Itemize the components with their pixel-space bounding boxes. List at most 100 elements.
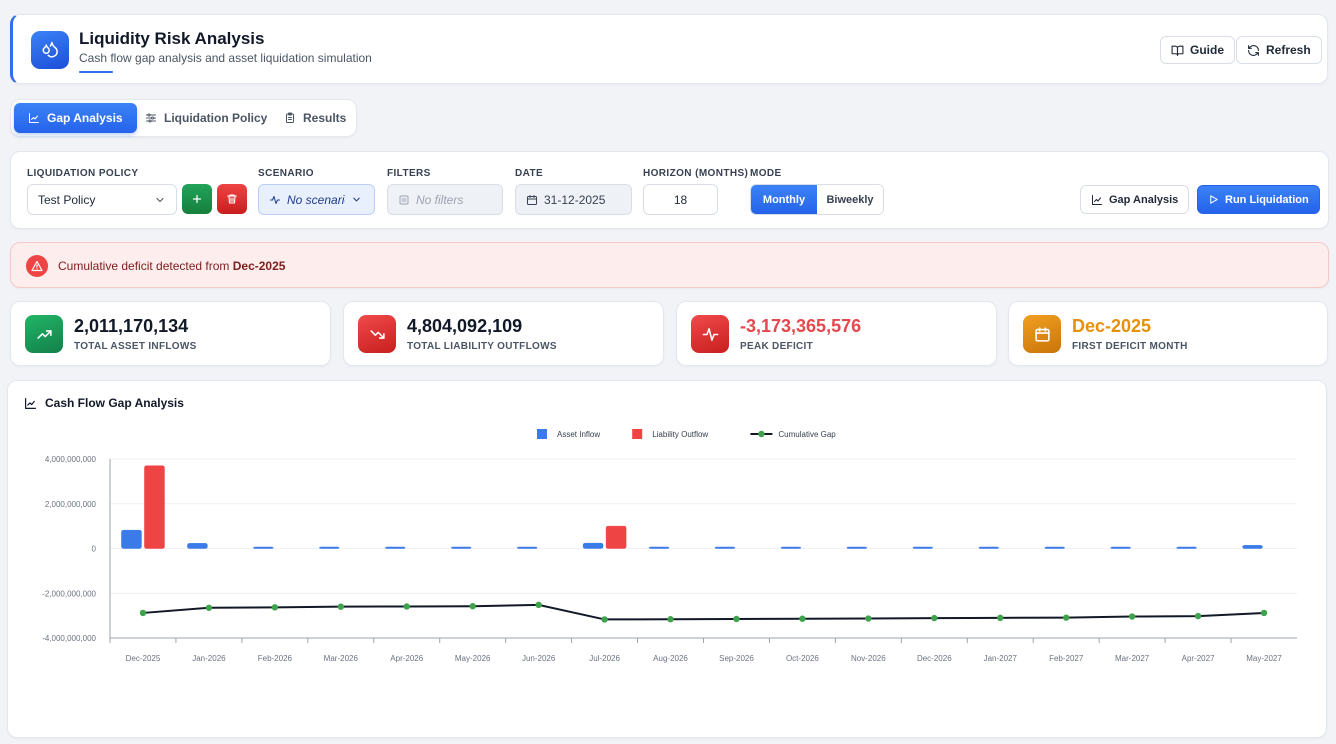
guide-label: Guide xyxy=(1190,43,1225,57)
legend-swatch xyxy=(632,429,643,439)
bar-asset-inflow xyxy=(846,546,868,549)
date-input[interactable]: 31-12-2025 xyxy=(515,184,632,215)
bar-asset-inflow xyxy=(450,546,472,549)
horizon-input[interactable]: 18 xyxy=(643,184,718,215)
tab-bar: Gap Analysis Liquidation Policy Results xyxy=(10,99,357,137)
date-label: DATE xyxy=(515,168,544,179)
y-tick-label: 2,000,000,000 xyxy=(45,500,97,509)
bar-asset-inflow xyxy=(648,546,670,549)
mode-label: MODE xyxy=(750,168,782,179)
point-cumulative-gap xyxy=(271,604,279,611)
x-tick-label: Jun-2026 xyxy=(522,654,556,663)
tab-label: Liquidation Policy xyxy=(164,111,268,125)
horizon-value: 18 xyxy=(673,192,688,207)
legend-label: Cumulative Gap xyxy=(778,430,836,439)
horizon-label: HORIZON (MONTHS) xyxy=(643,168,749,179)
point-cumulative-gap xyxy=(403,603,410,610)
x-tick-label: Dec-2026 xyxy=(917,654,952,663)
scenario-value: No scenario xyxy=(287,192,345,207)
alert-message: Cumulative deficit detected from xyxy=(58,259,233,273)
bar-liability-outflow xyxy=(144,465,165,549)
bar-asset-inflow xyxy=(1176,546,1197,549)
tab-liquidation-policy[interactable]: Liquidation Policy xyxy=(131,103,281,133)
bar-liability-outflow xyxy=(605,525,627,549)
activity-icon xyxy=(691,315,729,353)
chevron-down-icon xyxy=(156,197,164,202)
plus-icon xyxy=(192,194,202,204)
bar-asset-inflow xyxy=(1110,546,1131,549)
point-cumulative-gap xyxy=(1062,614,1070,621)
filter-icon xyxy=(399,195,409,204)
x-tick-label: Feb-2027 xyxy=(1049,654,1084,663)
point-cumulative-gap xyxy=(1194,612,1202,620)
refresh-button[interactable]: Refresh xyxy=(1236,36,1322,64)
x-tick-label: Apr-2027 xyxy=(1182,654,1215,663)
scenario-select[interactable]: No scenario xyxy=(258,184,375,215)
bar-asset-inflow xyxy=(582,542,604,549)
mode-monthly[interactable]: Monthly xyxy=(751,185,817,214)
point-cumulative-gap xyxy=(601,616,608,623)
chart-icon xyxy=(29,113,39,123)
tab-results[interactable]: Results xyxy=(270,103,360,133)
x-tick-label: Feb-2026 xyxy=(258,654,293,663)
title-underline xyxy=(79,71,113,73)
policy-value: Test Policy xyxy=(38,192,96,207)
gap-analysis-button[interactable]: Gap Analysis xyxy=(1080,185,1190,214)
alert-month: Dec-2025 xyxy=(232,259,286,273)
policy-label: LIQUIDATION POLICY xyxy=(27,168,139,179)
guide-button[interactable]: Guide xyxy=(1160,36,1236,64)
add-policy-button[interactable] xyxy=(182,184,212,214)
legend-label: Asset Inflow xyxy=(557,430,600,439)
scenario-label: SCENARIO xyxy=(258,168,314,179)
alert-triangle-icon xyxy=(26,255,48,277)
page-title: Liquidity Risk Analysis xyxy=(79,29,265,48)
stat-value: -3,173,365,576 xyxy=(740,316,862,336)
x-tick-label: Mar-2026 xyxy=(324,654,359,663)
run-liquidation-button[interactable]: Run Liquidation xyxy=(1197,185,1320,214)
bar-asset-inflow xyxy=(121,529,142,549)
x-tick-label: Sep-2026 xyxy=(719,654,754,663)
droplets-icon xyxy=(31,31,69,69)
point-cumulative-gap xyxy=(931,614,938,622)
calendar-icon xyxy=(527,194,537,205)
mode-toggle: Monthly Biweekly xyxy=(750,184,884,215)
date-value: 31-12-2025 xyxy=(544,192,606,207)
gap-analysis-label: Gap Analysis xyxy=(1109,193,1179,206)
page-subtitle: Cash flow gap analysis and asset liquida… xyxy=(79,51,372,65)
point-cumulative-gap xyxy=(535,601,542,609)
trending-down-icon xyxy=(358,315,396,353)
delete-policy-button[interactable] xyxy=(217,184,247,214)
x-tick-label: Jul-2026 xyxy=(589,654,620,663)
play-icon xyxy=(1210,195,1218,204)
mode-biweekly[interactable]: Biweekly xyxy=(817,185,883,214)
bar-asset-inflow xyxy=(912,546,934,549)
point-cumulative-gap xyxy=(205,604,213,611)
stat-value: Dec-2025 xyxy=(1072,316,1152,336)
gap-chart-card: Cash Flow Gap Analysis 4,000,000,000 2,00… xyxy=(7,380,1327,738)
x-tick-label: Mar-2027 xyxy=(1115,654,1150,663)
x-tick-label: May-2026 xyxy=(455,654,491,663)
policy-select[interactable]: Test Policy xyxy=(27,184,177,215)
x-tick-label: May-2027 xyxy=(1246,654,1282,663)
x-tick-label: Jan-2026 xyxy=(192,654,226,663)
alert-text: Cumulative deficit detected from Dec-202… xyxy=(58,259,285,273)
x-tick-label: Oct-2026 xyxy=(786,654,819,663)
point-cumulative-gap xyxy=(469,603,476,610)
x-tick-label: Jan-2027 xyxy=(984,654,1018,663)
point-cumulative-gap xyxy=(1128,613,1136,620)
x-tick-label: Apr-2026 xyxy=(390,654,423,663)
stat-peak-deficit: -3,173,365,576 PEAK DEFICIT xyxy=(676,301,997,366)
filters-input[interactable]: No filters xyxy=(387,184,503,215)
x-tick-label: Nov-2026 xyxy=(851,654,886,663)
gap-chart: 4,000,000,000 2,000,000,000 0 -2,000,000,00… xyxy=(42,429,1297,663)
tab-gap-analysis[interactable]: Gap Analysis xyxy=(14,103,137,133)
bar-asset-inflow xyxy=(516,546,538,549)
run-liquidation-label: Run Liquidation xyxy=(1225,193,1309,206)
sliders-icon xyxy=(146,113,156,123)
refresh-label: Refresh xyxy=(1266,43,1311,57)
point-cumulative-gap xyxy=(667,616,674,623)
chart-icon xyxy=(1092,194,1102,205)
bar-asset-inflow xyxy=(385,546,406,549)
legend-swatch xyxy=(537,429,547,439)
point-cumulative-gap xyxy=(1260,609,1268,617)
